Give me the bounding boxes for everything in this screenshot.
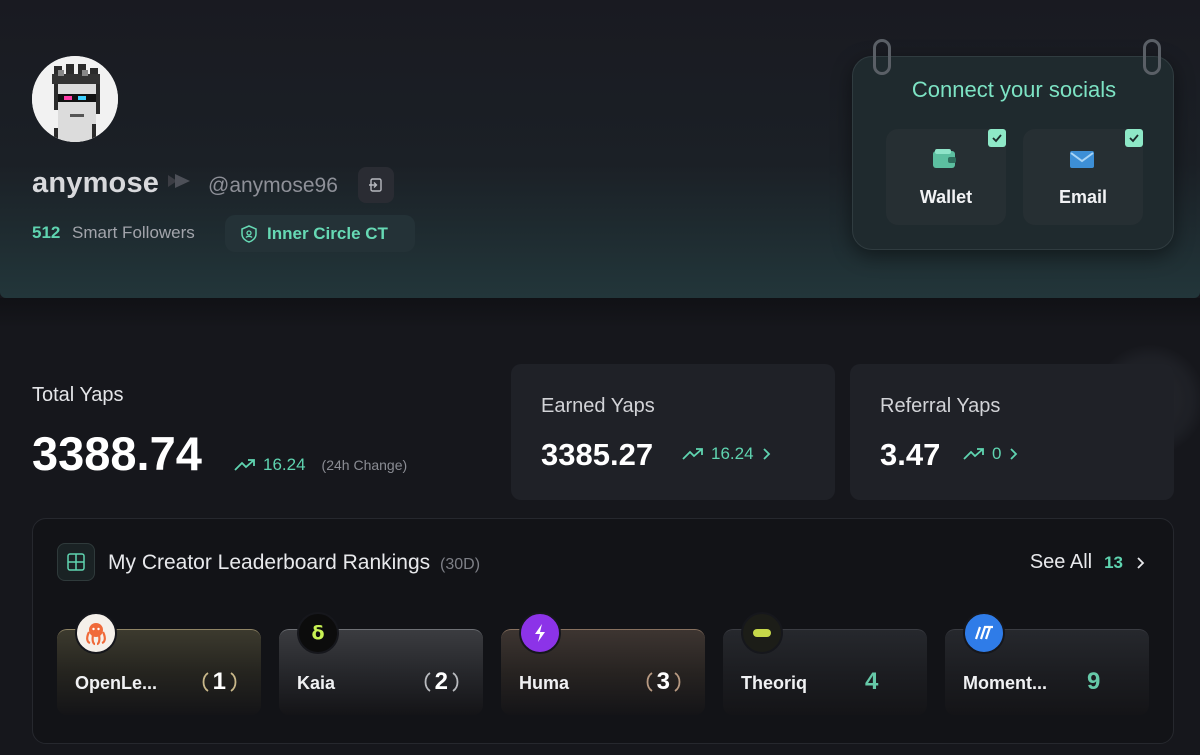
project-name: Theoriq <box>741 673 807 693</box>
binder-ring-right <box>1143 39 1161 75</box>
project-name: Huma <box>519 673 570 693</box>
laurel-right-icon <box>230 672 237 692</box>
binder-ring-left <box>873 39 891 75</box>
ranking-card-huma[interactable]: Huma 3 <box>501 612 705 715</box>
earned-yaps-card[interactable]: Earned Yaps 3385.27 16.24 <box>511 364 835 500</box>
rank-value: 9 <box>1087 668 1101 695</box>
rank-value: 3 <box>656 668 670 695</box>
see-all-button[interactable]: See All 13 <box>1030 551 1147 574</box>
rank-value: 4 <box>865 668 879 695</box>
laurel-left-icon <box>646 672 653 692</box>
see-all-count: 13 <box>1104 552 1123 572</box>
earned-change-value: 16.24 <box>711 444 754 463</box>
total-yaps-label: Total Yaps <box>32 384 124 406</box>
octopus-icon <box>75 612 117 654</box>
ranking-card-kaia[interactable]: δ Kaia 2 <box>279 612 483 715</box>
earned-yaps-label: Earned Yaps <box>541 395 655 417</box>
referral-change-value: 0 <box>992 444 1002 463</box>
kaia-icon: δ <box>297 612 339 654</box>
leaderboard-title: My Creator Leaderboard Rankings (30D) <box>108 551 480 575</box>
chevron-right-icon <box>1137 556 1145 569</box>
referral-yaps-value: 3.47 <box>880 437 941 472</box>
svg-text:δ: δ <box>311 622 324 644</box>
email-tile[interactable]: Email <box>1023 129 1143 225</box>
logout-button[interactable] <box>358 167 394 203</box>
laurel-left-icon <box>202 672 209 692</box>
display-name: anymose <box>32 167 160 199</box>
exit-icon <box>369 178 382 192</box>
creator-leaderboard-panel: My Creator Leaderboard Rankings (30D) Se… <box>32 518 1174 744</box>
referral-yaps-label: Referral Yaps <box>880 395 1001 417</box>
referral-yaps-change: 0 <box>962 444 1021 464</box>
leaderboard-title-text: My Creator Leaderboard Rankings <box>108 551 431 574</box>
ranking-card-theoriq[interactable]: Theoriq 4 <box>723 612 927 715</box>
email-label: Email <box>1058 187 1108 207</box>
trend-up-icon <box>963 448 984 460</box>
rank-value: 1 <box>212 668 226 695</box>
laurel-right-icon <box>674 672 681 692</box>
see-all-label: See All <box>1029 551 1093 573</box>
user-handle: @anymose96 <box>208 174 338 197</box>
total-change-value: 16.24 <box>263 455 306 474</box>
trend-up-icon <box>682 448 703 460</box>
laurel-right-icon <box>452 672 459 692</box>
wallet-label: Wallet <box>919 187 973 207</box>
email-connected-check-icon <box>1125 129 1143 147</box>
ranking-card-moment[interactable]: Moment... 9 <box>945 612 1149 715</box>
header-divider <box>0 298 1200 328</box>
connect-socials-card: Connect your socials Wallet Email <box>852 39 1174 250</box>
rank-badge-bronze: 3 <box>644 668 683 696</box>
socials-title: Connect your socials <box>911 77 1117 102</box>
huma-icon <box>519 612 561 654</box>
smart-followers-label: Smart Followers <box>72 223 195 242</box>
rank-value: 2 <box>434 668 448 695</box>
theoriq-icon <box>741 612 783 654</box>
total-change-note: (24h Change) <box>321 457 408 473</box>
earned-yaps-value: 3385.27 <box>541 437 654 472</box>
leaderboard-period: (30D) <box>440 556 481 573</box>
project-name: Moment... <box>963 673 1047 693</box>
trend-up-icon <box>234 459 255 471</box>
leaderboard-icon <box>57 543 95 581</box>
rank-badge-silver: 2 <box>422 668 461 696</box>
inner-circle-badge[interactable]: Inner Circle CT <box>225 215 415 252</box>
earned-yaps-change: 16.24 <box>681 444 774 464</box>
rank-badge-gold: 1 <box>200 668 239 696</box>
referral-yaps-card[interactable]: Referral Yaps 3.47 0 <box>850 364 1174 500</box>
laurel-left-icon <box>424 672 431 692</box>
avatar[interactable] <box>32 56 118 142</box>
verified-badge-icon <box>168 174 190 188</box>
smart-followers-count: 512 <box>32 223 61 242</box>
inner-circle-label: Inner Circle CT <box>267 223 388 243</box>
project-name: Kaia <box>297 673 336 693</box>
wallet-connected-check-icon <box>988 129 1006 147</box>
ranking-card-openledger[interactable]: OpenLe... 1 <box>57 612 261 715</box>
project-name: OpenLe... <box>75 673 158 693</box>
total-yaps-value: 3388.74 <box>32 427 202 480</box>
wallet-tile[interactable]: Wallet <box>886 129 1006 225</box>
total-yaps-change: 16.24 (24h Change) <box>233 455 407 475</box>
shield-icon <box>241 224 257 243</box>
chevron-right-icon <box>762 448 770 460</box>
wallet-icon <box>933 149 956 168</box>
email-icon <box>1070 151 1094 168</box>
pixel-avatar-image <box>32 56 118 142</box>
moment-icon <box>963 612 1005 654</box>
chevron-right-icon <box>1010 448 1018 460</box>
